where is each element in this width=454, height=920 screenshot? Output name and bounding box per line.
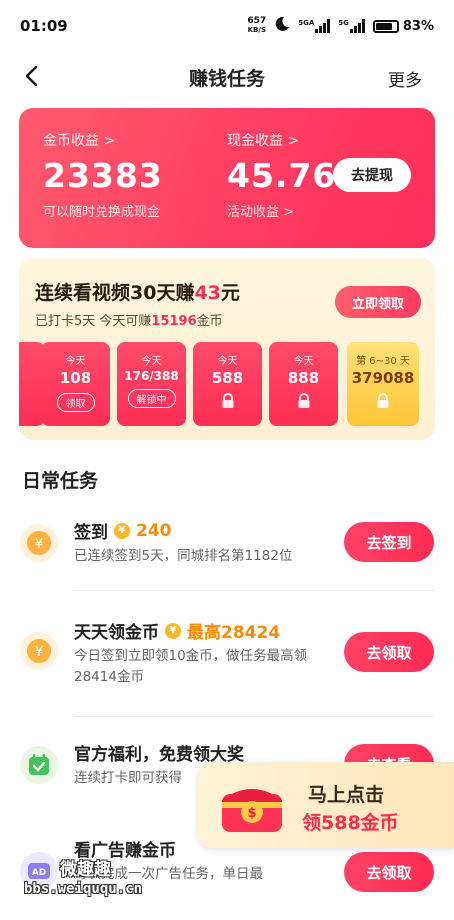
- coin-icon: ¥: [20, 632, 58, 670]
- more-button[interactable]: 更多: [388, 66, 422, 91]
- promo-line-1: 马上点击: [308, 784, 385, 806]
- withdraw-button[interactable]: 去提现: [333, 158, 411, 192]
- day-unlocking-button[interactable]: 解锁中: [127, 389, 176, 408]
- cash-earnings[interactable]: 现金收益 > 45.76 活动收益 >: [227, 130, 336, 220]
- challenge-subtitle: 已打卡5天 今天可赚15196金币: [35, 310, 223, 329]
- earnings-card: 金币收益 > 23383 可以随时兑换成现金 现金收益 > 45.76 活动收益…: [19, 108, 435, 248]
- checkin-button[interactable]: 去签到: [344, 522, 434, 562]
- day-card-final[interactable]: 第 6~30 天 379088: [347, 342, 419, 426]
- task-title-text: 签到: [74, 523, 108, 543]
- task-title-text: 天天领金币: [74, 623, 159, 643]
- lock-icon: [297, 393, 311, 409]
- svg-text:¥: ¥: [35, 537, 43, 552]
- day-card[interactable]: 今天 108 领取: [41, 342, 110, 426]
- day-card[interactable]: 今天 176/388 解锁中: [117, 342, 186, 426]
- day-value: 379088: [351, 369, 415, 387]
- coin-icon: ¥: [20, 524, 58, 562]
- battery-percent: 83%: [402, 18, 434, 34]
- task-checkin: ¥ 签到 ¥ 240 已连续签到5天，同城排名第1182位 去签到: [0, 508, 454, 618]
- cash-earnings-value: 45.76: [227, 156, 337, 195]
- floating-promo-banner[interactable]: $ 马上点击 领588金币: [198, 762, 454, 848]
- watermark: 微趣趣 bbs.weiququ.cn: [24, 855, 199, 915]
- challenge-sub-amount: 15196: [151, 314, 197, 329]
- watch-ad-claim-button[interactable]: 去领取: [344, 852, 434, 892]
- battery-indicator: 83%: [372, 18, 434, 34]
- day-value: 108: [59, 369, 92, 387]
- divider: [74, 590, 434, 591]
- day-card[interactable]: 今天 588: [193, 342, 262, 426]
- treasure-chest-icon: $: [216, 774, 288, 836]
- task-description: 今日签到立即领10金币，做任务最高领28414金币: [74, 648, 308, 685]
- task-reward: 240: [136, 520, 172, 541]
- day-value: 588: [211, 369, 244, 387]
- watermark-url: bbs.weiququ.cn: [24, 881, 143, 897]
- challenge-sub-suffix: 金币: [196, 314, 223, 329]
- calendar-check-icon: [20, 746, 58, 784]
- cash-earnings-sub: 活动收益 >: [227, 205, 295, 220]
- day-value: 888: [287, 369, 320, 387]
- coin-earnings-sub: 可以随时兑换成现金: [43, 205, 161, 220]
- signal-icon: 5GA: [298, 19, 331, 33]
- coin-icon: ¥: [114, 522, 130, 539]
- day-card[interactable]: 今天 888: [269, 342, 338, 426]
- day-label: 今天: [293, 356, 314, 367]
- page-title: 赚钱任务: [188, 67, 265, 90]
- claim-coins-button[interactable]: 去领取: [344, 632, 434, 672]
- lock-icon: [221, 393, 235, 409]
- coin-earnings-value: 23383: [43, 156, 163, 195]
- watermark-text: 微趣趣: [60, 860, 111, 880]
- challenge-title-text: 连续看视频30天赚: [35, 282, 195, 304]
- task-title: 天天领金币 ¥ 最高28424: [74, 618, 280, 643]
- divider: [74, 716, 434, 717]
- status-time: 01:09: [20, 17, 68, 35]
- coin-icon: ¥: [165, 622, 181, 639]
- day-label: 今天: [217, 356, 238, 367]
- coin-earnings[interactable]: 金币收益 > 23383 可以随时兑换成现金: [43, 130, 163, 220]
- status-bar: 01:09 657 KB/S 5GA 5G 83%: [0, 0, 454, 52]
- lock-icon: [376, 393, 390, 409]
- task-title: 签到 ¥ 240: [74, 518, 172, 544]
- day-label: 今天: [65, 356, 86, 367]
- day-label: 今天: [141, 356, 162, 367]
- moon-icon: [274, 16, 290, 36]
- signal-label-1: 5GA: [298, 19, 315, 27]
- nav-header: 赚钱任务 更多: [0, 52, 454, 102]
- day-reward-strip: 今天 108 领取 今天 176/388 解锁中 今天 588 今天 888 第…: [19, 342, 435, 426]
- day-claim-button[interactable]: 领取: [56, 393, 95, 412]
- challenge-title-suffix: 元: [220, 282, 240, 304]
- coin-earnings-label: 金币收益 >: [43, 133, 116, 149]
- signal-icon-2: 5G: [338, 19, 365, 33]
- battery-icon: [372, 19, 399, 33]
- signal-label-2: 5G: [338, 19, 349, 27]
- status-icons: 657 KB/S 5GA 5G 83%: [247, 16, 434, 36]
- promo-line-2: 领588金币: [302, 812, 399, 834]
- task-reward: 最高28424: [187, 623, 281, 643]
- challenge-sub-text: 已打卡5天 今天可赚: [35, 314, 152, 329]
- daily-tasks-heading: 日常任务: [22, 470, 99, 492]
- task-description: 已连续签到5天，同城排名第1182位: [74, 548, 293, 564]
- back-arrow-icon[interactable]: [22, 65, 42, 87]
- svg-text:¥: ¥: [35, 645, 43, 660]
- day-value: 176/388: [124, 369, 179, 383]
- task-daily-coins: ¥ 天天领金币 ¥ 最高28424 今日签到立即领10金币，做任务最高领2841…: [0, 610, 454, 720]
- challenge-title: 连续看视频30天赚43元: [35, 278, 240, 305]
- svg-text:$: $: [247, 806, 256, 821]
- day-label: 第 6~30 天: [356, 356, 410, 367]
- network-speed-value: 657: [247, 16, 267, 26]
- cash-earnings-label: 现金收益 >: [227, 133, 300, 149]
- video-challenge-card: 连续看视频30天赚43元 已打卡5天 今天可赚15196金币 立即领取 今天 1…: [19, 258, 435, 440]
- challenge-title-amount: 43: [194, 282, 221, 304]
- network-speed-unit: KB/S: [247, 26, 266, 34]
- claim-now-button[interactable]: 立即领取: [335, 286, 421, 318]
- network-speed: 657 KB/S: [247, 17, 266, 35]
